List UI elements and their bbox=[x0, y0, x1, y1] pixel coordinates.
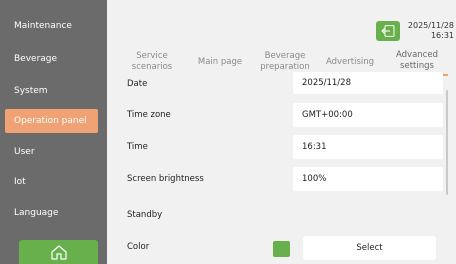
time-label: Time bbox=[127, 142, 148, 152]
brightness-field[interactable]: 100% bbox=[293, 167, 443, 191]
sidebar-item-user[interactable]: User bbox=[5, 140, 98, 164]
timezone-value: GMT+00:00 bbox=[302, 110, 353, 120]
app: Maintenance Beverage System Operation pa… bbox=[0, 0, 456, 264]
datetime: 2025/11/28 16:31 bbox=[404, 21, 454, 41]
tab-label: Advertising bbox=[325, 56, 375, 67]
sidebar-item-language[interactable]: Language bbox=[5, 201, 98, 225]
sidebar-item-label: Operation panel bbox=[14, 116, 87, 126]
sidebar-item-label: Beverage bbox=[14, 54, 58, 64]
timezone-label: Time zone bbox=[127, 110, 171, 120]
brightness-value: 100% bbox=[302, 174, 327, 184]
sidebar-item-label: Language bbox=[14, 208, 59, 218]
header: 2025/11/28 16:31 Service scenarios Main … bbox=[107, 0, 456, 76]
time-field[interactable]: 16:31 bbox=[293, 135, 443, 159]
sidebar-item-system[interactable]: System bbox=[5, 79, 98, 103]
header-date: 2025/11/28 bbox=[407, 21, 454, 30]
sidebar-item-operation-panel[interactable]: Operation panel bbox=[5, 109, 98, 133]
sidebar-item-maintenance[interactable]: Maintenance bbox=[5, 14, 98, 38]
tab-service-scenarios[interactable]: Service scenarios bbox=[121, 48, 183, 76]
tab-label: Beverage preparation bbox=[260, 51, 310, 72]
tab-label: Main page bbox=[197, 56, 243, 67]
color-label: Color bbox=[127, 242, 150, 252]
date-value: 2025/11/28 bbox=[302, 78, 351, 88]
color-swatch bbox=[273, 241, 290, 257]
home-icon bbox=[50, 245, 67, 260]
scrollbar[interactable] bbox=[446, 90, 448, 195]
sidebar-item-label: Maintenance bbox=[14, 21, 72, 31]
tab-label: Advanced settings bbox=[396, 50, 438, 71]
sidebar-item-iot[interactable]: Iot bbox=[5, 170, 98, 194]
header-time: 16:31 bbox=[430, 31, 454, 40]
sidebar-item-label: Iot bbox=[14, 177, 26, 187]
time-value: 16:31 bbox=[302, 142, 327, 152]
sidebar-item-label: System bbox=[14, 86, 48, 96]
brightness-label: Screen brightness bbox=[127, 174, 204, 184]
date-field[interactable]: 2025/11/28 bbox=[293, 72, 443, 94]
tab-label: Service scenarios bbox=[131, 51, 173, 72]
standby-label: Standby bbox=[127, 210, 163, 220]
exit-icon bbox=[381, 25, 395, 37]
date-label: Date bbox=[127, 79, 148, 89]
select-label: Select bbox=[356, 243, 383, 253]
exit-button[interactable] bbox=[376, 21, 400, 41]
settings-panel: Date 2025/11/28 Time zone GMT+00:00 Time… bbox=[107, 72, 456, 264]
home-button[interactable] bbox=[19, 240, 98, 264]
tab-main-page[interactable]: Main page bbox=[191, 48, 249, 76]
sidebar: Maintenance Beverage System Operation pa… bbox=[0, 0, 107, 264]
sidebar-item-label: User bbox=[14, 147, 35, 157]
timezone-field[interactable]: GMT+00:00 bbox=[293, 103, 443, 127]
sidebar-item-beverage[interactable]: Beverage bbox=[5, 47, 98, 71]
color-select-button[interactable]: Select bbox=[303, 236, 436, 260]
